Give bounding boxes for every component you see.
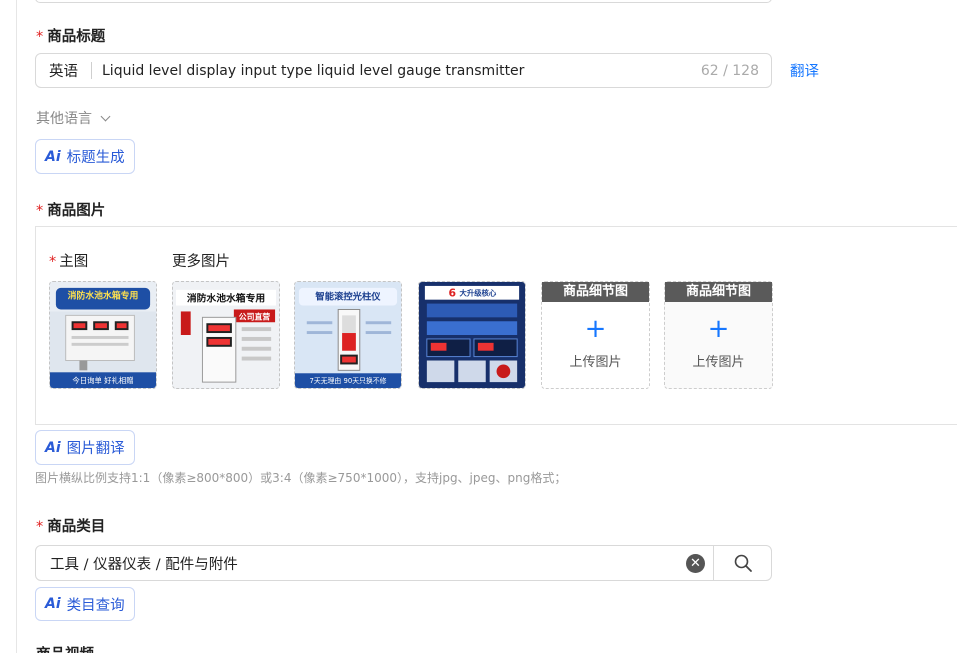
- previous-field-box: [35, 0, 772, 3]
- ai-icon: Ai: [45, 148, 61, 165]
- category-value[interactable]: 工具 / 仪器仪表 / 配件与附件: [36, 553, 686, 574]
- thumb-banner: 大升级核心: [459, 289, 496, 298]
- product-thumbnail-2[interactable]: 消防水池水箱专用 公司直营: [172, 281, 280, 389]
- upload-detail-image-2[interactable]: 商品细节图 + 上传图片: [664, 281, 773, 389]
- image-section-label: * 商品图片: [36, 203, 106, 219]
- ai-icon: Ai: [45, 596, 61, 612]
- thumb-banner: 智能滚控光柱仪: [314, 291, 381, 303]
- ai-icon: Ai: [45, 439, 61, 456]
- thumb-banner: 消防水池水箱专用: [187, 292, 265, 305]
- thumb-banner-number: 6: [448, 287, 456, 300]
- category-input[interactable]: 工具 / 仪器仪表 / 配件与附件 ✕: [35, 545, 772, 581]
- thumb-footer: 7天无理由 90天只换不修: [309, 376, 386, 385]
- product-thumbnail-3[interactable]: 智能滚控光柱仪 7天无理由 90天只换不修: [294, 281, 402, 389]
- product-photo-3: 智能滚控光柱仪 7天无理由 90天只换不修: [295, 282, 401, 388]
- language-tag: 英语: [49, 64, 78, 80]
- product-thumbnail-main[interactable]: 消防水池水箱专用 今日询单 好礼相赠: [49, 281, 157, 389]
- plus-icon: +: [707, 314, 730, 344]
- upload-detail-image-1[interactable]: 商品细节图 + 上传图片: [541, 281, 650, 389]
- title-input[interactable]: 英语 Liquid level display input type liqui…: [35, 53, 772, 88]
- category-section-label: * 商品类目: [36, 519, 106, 535]
- product-photo-4: 6 大升级核心: [419, 282, 525, 388]
- divider: [91, 62, 92, 79]
- search-button[interactable]: [713, 546, 771, 580]
- required-marker: *: [36, 203, 44, 219]
- product-photo-1: 消防水池水箱专用 今日询单 好礼相赠: [50, 282, 156, 388]
- chevron-down-icon: [100, 111, 111, 121]
- search-icon: [734, 554, 752, 572]
- ai-category-query-button[interactable]: Ai 类目查询: [35, 587, 135, 621]
- clear-icon[interactable]: ✕: [686, 553, 705, 573]
- thumb-tag: 公司直营: [239, 311, 271, 321]
- product-thumbnail-4[interactable]: 6 大升级核心: [418, 281, 526, 389]
- required-marker: *: [36, 519, 44, 535]
- title-input-value[interactable]: Liquid level display input type liquid l…: [102, 63, 701, 79]
- required-marker: *: [36, 29, 44, 45]
- left-border: [16, 0, 17, 653]
- upload-slot-header: 商品细节图: [542, 282, 649, 302]
- required-marker: *: [49, 254, 57, 270]
- video-section-label: 商品视频: [36, 643, 94, 653]
- ai-image-translate-button[interactable]: Ai 图片翻译: [35, 430, 135, 465]
- upload-slot-text: 上传图片: [692, 355, 745, 370]
- other-languages-toggle[interactable]: 其他语言: [36, 108, 111, 128]
- image-format-hint: 图片横纵比例支持1:1（像素≥800*800）或3:4（像素≥750*1000）…: [35, 471, 567, 485]
- ai-title-generate-button[interactable]: Ai 标题生成: [35, 139, 135, 174]
- thumb-banner: 消防水池水箱专用: [68, 290, 139, 302]
- char-counter: 62 / 128: [700, 62, 759, 79]
- more-images-label: 更多图片: [172, 254, 230, 270]
- upload-slot-header: 商品细节图: [665, 282, 772, 302]
- title-section-label: * 商品标题: [36, 29, 106, 45]
- plus-icon: +: [584, 314, 607, 344]
- main-image-label: * 主图: [49, 254, 89, 270]
- thumb-footer: 今日询单 好礼相赠: [72, 376, 133, 385]
- translate-link[interactable]: 翻译: [790, 60, 819, 81]
- product-photo-2: 消防水池水箱专用 公司直营: [173, 282, 279, 388]
- upload-slot-text: 上传图片: [569, 355, 622, 370]
